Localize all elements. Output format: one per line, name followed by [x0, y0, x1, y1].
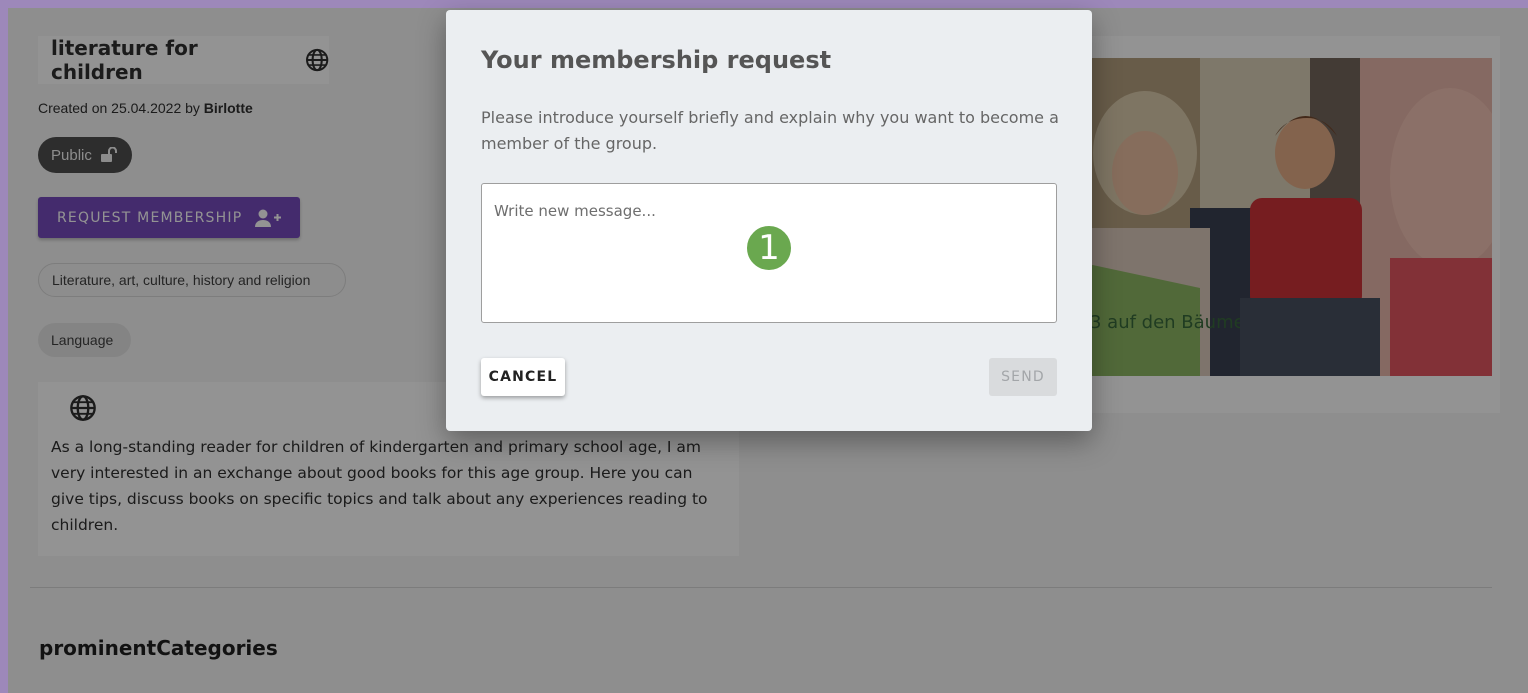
- send-button[interactable]: SEND: [989, 358, 1057, 396]
- annotation-marker: 1: [745, 224, 793, 272]
- window-frame-top: [0, 0, 1528, 8]
- dialog-title: Your membership request: [481, 46, 832, 74]
- membership-request-dialog: Your membership request Please introduce…: [446, 10, 1092, 431]
- window-frame-left: [0, 0, 8, 693]
- cancel-button[interactable]: CANCEL: [481, 358, 565, 396]
- dialog-instructions: Please introduce yourself briefly and ex…: [481, 108, 1059, 153]
